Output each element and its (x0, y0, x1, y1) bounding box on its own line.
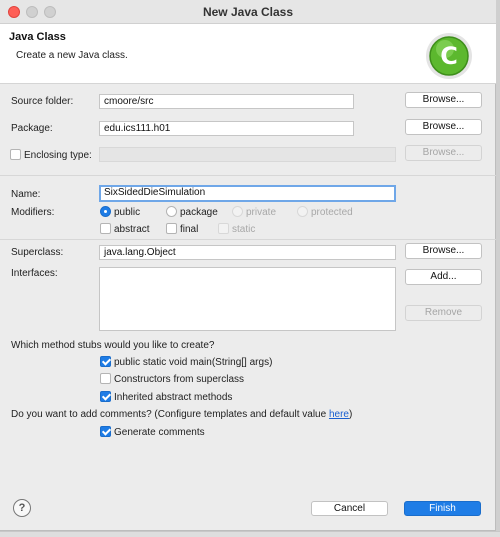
comments-question: Do you want to add comments? (Configure … (11, 409, 352, 420)
new-java-class-dialog: New Java Class Java Class Create a new J… (0, 0, 496, 531)
window-title: New Java Class (202, 5, 294, 19)
add-interface-button[interactable]: Add... (405, 269, 482, 285)
modifier-private-label: private (246, 207, 277, 218)
abstract-checkbox[interactable] (100, 223, 111, 234)
package-input[interactable]: edu.ics111.h01 (99, 121, 354, 136)
modifier-package-radio[interactable] (166, 206, 177, 217)
final-checkbox[interactable] (166, 223, 177, 234)
source-folder-input[interactable]: cmoore/src (99, 94, 354, 109)
java-class-c-logo-icon: C (426, 33, 472, 79)
main-method-stub-label: public static void main(String[] args) (114, 357, 273, 368)
generate-comments-label: Generate comments (114, 427, 205, 438)
help-icon[interactable]: ? (13, 499, 31, 517)
desktop-bottom-edge (0, 531, 500, 537)
svg-text:C: C (440, 42, 458, 70)
finish-button[interactable]: Finish (404, 501, 481, 516)
static-label: static (232, 224, 256, 235)
modifier-public-radio[interactable] (100, 206, 111, 217)
modifier-protected-label: protected (311, 207, 353, 218)
class-name-input[interactable]: SixSidedDieSimulation (99, 185, 396, 202)
source-folder-label: Source folder: (11, 96, 74, 107)
comments-question-suffix: ) (348, 409, 353, 420)
interfaces-list[interactable] (99, 267, 396, 331)
modifier-protected-radio (297, 206, 308, 217)
abstract-label: abstract (114, 224, 150, 235)
wizard-banner: Java Class Create a new Java class. C (0, 24, 496, 84)
enclosing-type-input (99, 147, 396, 162)
superclass-browse-button[interactable]: Browse... (405, 243, 482, 259)
modifiers-label: Modifiers: (11, 207, 55, 218)
main-method-stub-checkbox[interactable] (100, 356, 111, 367)
generate-comments-checkbox[interactable] (100, 426, 111, 437)
modifier-private-radio (232, 206, 243, 217)
constructors-stub-label: Constructors from superclass (114, 374, 245, 385)
cancel-button[interactable]: Cancel (311, 501, 388, 516)
banner-subtitle: Create a new Java class. (16, 50, 128, 61)
desktop-edge (496, 0, 500, 537)
name-label: Name: (11, 189, 41, 200)
interfaces-label: Interfaces: (11, 268, 58, 279)
configure-templates-link[interactable]: here (329, 409, 349, 420)
section-divider (0, 239, 496, 240)
enclosing-type-checkbox[interactable] (10, 149, 21, 160)
package-label: Package: (11, 123, 53, 134)
package-browse-button[interactable]: Browse... (405, 119, 482, 135)
inherited-methods-stub-label: Inherited abstract methods (114, 392, 233, 403)
modifier-public-label: public (114, 207, 141, 218)
section-divider (0, 175, 496, 176)
enclosing-type-browse-button: Browse... (405, 145, 482, 161)
method-stubs-question: Which method stubs would you like to cre… (11, 340, 215, 351)
superclass-input[interactable]: java.lang.Object (99, 245, 396, 260)
comments-question-prefix: Do you want to add comments? (Configure … (11, 409, 329, 420)
title-bar: New Java Class (0, 0, 496, 24)
inherited-methods-stub-checkbox[interactable] (100, 391, 111, 402)
superclass-label: Superclass: (11, 247, 64, 258)
source-folder-browse-button[interactable]: Browse... (405, 92, 482, 108)
enclosing-type-label: Enclosing type: (24, 150, 92, 161)
final-label: final (180, 224, 199, 235)
banner-title: Java Class (9, 31, 66, 43)
constructors-stub-checkbox[interactable] (100, 373, 111, 384)
remove-interface-button: Remove (405, 305, 482, 321)
modifier-package-label: package (180, 207, 218, 218)
static-checkbox (218, 223, 229, 234)
